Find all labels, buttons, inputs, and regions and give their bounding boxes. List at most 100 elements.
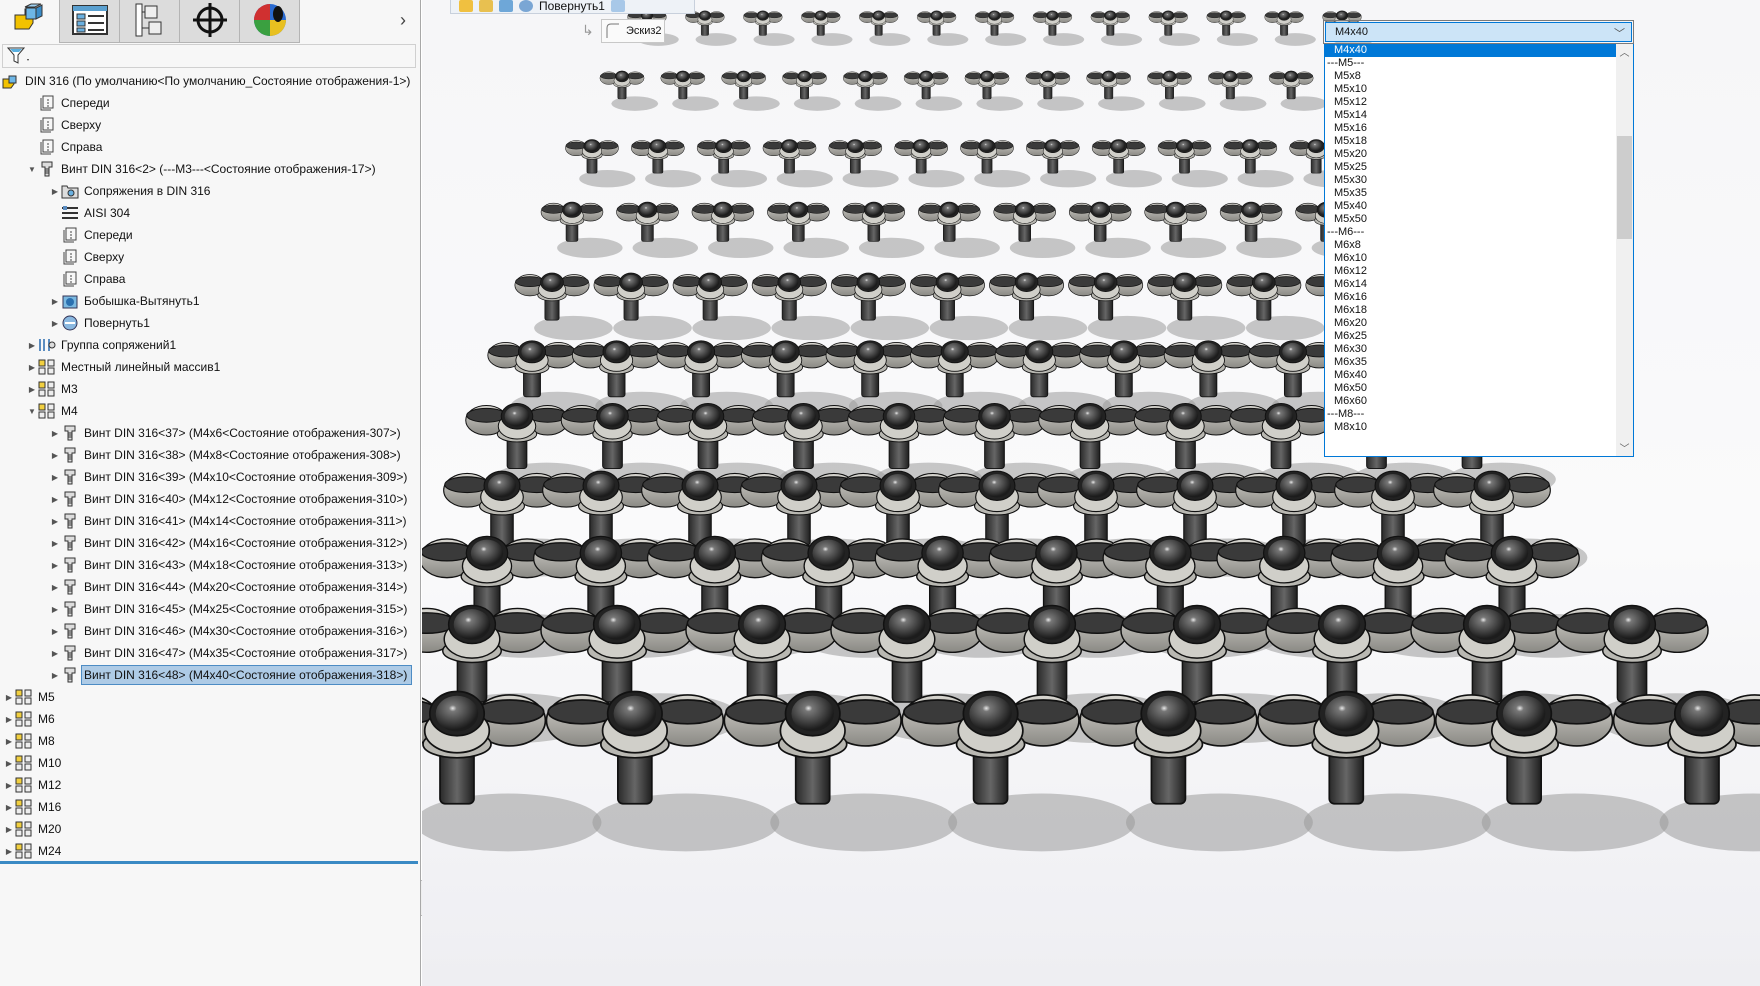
tree-item[interactable]: ▶ Винт DIN 316<43> (M4x18<Состояние отобр…	[0, 554, 420, 576]
configuration-manager-tab[interactable]	[120, 0, 180, 43]
dropdown-option[interactable]: M5x10	[1325, 83, 1616, 96]
wing-screw-model[interactable]	[1147, 70, 1206, 112]
tree-item[interactable]: Сверху	[0, 246, 420, 268]
dropdown-option[interactable]: ---M5---	[1325, 57, 1616, 70]
tree-item[interactable]: ▶ Винт DIN 316<39> (M4x10<Состояние отобр…	[0, 466, 420, 488]
dropdown-option[interactable]: M6x12	[1325, 265, 1616, 278]
body-crumb-icon[interactable]	[499, 0, 513, 12]
sketch-breadcrumb-item[interactable]: Эскиз2	[601, 19, 665, 43]
tree-item[interactable]: ▶ Сопряжения в DIN 316	[0, 180, 420, 202]
wing-screw-model[interactable]	[631, 139, 702, 188]
wing-screw-model[interactable]	[1148, 10, 1201, 47]
tree-item[interactable]: ▶ Винт DIN 316<42> (M4x16<Состояние отобр…	[0, 532, 420, 554]
tree-item[interactable]: ▶ Винт DIN 316<41> (M4x14<Состояние отобр…	[0, 510, 420, 532]
wing-screw-model[interactable]	[660, 70, 720, 112]
dropdown-option[interactable]: M6x30	[1325, 343, 1616, 356]
wing-screw-model[interactable]	[685, 10, 737, 47]
tree-item[interactable]: ▶ Винт DIN 316<47> (M4x35<Состояние отобр…	[0, 642, 420, 664]
collapsed-caret-icon[interactable]: ▶	[49, 451, 61, 460]
tree-item[interactable]: ▶ Местный линейный массив1	[0, 356, 420, 378]
dropdown-option[interactable]: M5x20	[1325, 148, 1616, 161]
tree-item[interactable]: ▶ Группа сопряжений1	[0, 334, 420, 356]
tree-item[interactable]: ▶ M8	[0, 730, 420, 752]
dropdown-option[interactable]: M5x25	[1325, 161, 1616, 174]
tree-item[interactable]: Сверху	[0, 114, 420, 136]
wing-screw-model[interactable]	[691, 201, 774, 259]
wing-screw-model[interactable]	[743, 10, 795, 47]
tree-filter[interactable]	[2, 44, 416, 68]
expanded-caret-icon[interactable]: ▼	[26, 407, 38, 416]
collapsed-caret-icon[interactable]: ▶	[49, 539, 61, 548]
wing-screw-model[interactable]	[762, 139, 834, 188]
dropdown-option[interactable]: M6x50	[1325, 382, 1616, 395]
wing-screw-model[interactable]	[767, 201, 850, 259]
wing-screw-model[interactable]	[1223, 139, 1294, 188]
dropdown-option[interactable]: M6x14	[1325, 278, 1616, 291]
wing-screw-model[interactable]	[1086, 70, 1146, 112]
breadcrumb-feature-label[interactable]: Повернуть1	[539, 0, 605, 13]
collapsed-caret-icon[interactable]: ▶	[3, 825, 15, 834]
scroll-down-icon[interactable]: ﹀	[1616, 440, 1633, 456]
dropdown-option[interactable]: ---M8---	[1325, 408, 1616, 421]
revolve-crumb-icon[interactable]	[519, 0, 533, 12]
tree-item[interactable]: ▶ M5	[0, 686, 420, 708]
dropdown-option[interactable]: M8x10	[1325, 421, 1616, 434]
dropdown-option[interactable]: M6x60	[1325, 395, 1616, 408]
tree-item[interactable]: DIN 316 (По умолчанию<По умолчанию_Состо…	[0, 70, 420, 92]
collapsed-caret-icon[interactable]: ▶	[26, 341, 38, 350]
chevron-down-icon[interactable]: ﹀	[1614, 25, 1625, 41]
wing-screw-model[interactable]	[859, 10, 911, 47]
dropdown-option[interactable]: M6x10	[1325, 252, 1616, 265]
wing-screw-model[interactable]	[1206, 10, 1259, 47]
collapsed-caret-icon[interactable]: ▶	[49, 649, 61, 658]
tree-item[interactable]: ▶ Винт DIN 316<37> (M4x6<Состояние отобра…	[0, 422, 420, 444]
dropdown-option[interactable]: M6x25	[1325, 330, 1616, 343]
wing-screw-model[interactable]	[1032, 10, 1085, 47]
wing-screw-model[interactable]	[916, 10, 969, 47]
tree-item[interactable]: Спереди	[0, 92, 420, 114]
sketch-crumb-icon[interactable]	[610, 0, 625, 12]
wing-screw-model[interactable]	[894, 139, 965, 188]
tree-item[interactable]: ▶ Винт DIN 316<46> (M4x30<Состояние отобр…	[0, 620, 420, 642]
wing-screw-model[interactable]	[1268, 70, 1328, 112]
collapsed-caret-icon[interactable]: ▶	[3, 759, 15, 768]
wing-screw-model[interactable]	[843, 70, 902, 112]
tree-item[interactable]: ▶ Винт DIN 316<44> (M4x20<Состояние отобр…	[0, 576, 420, 598]
wing-screw-model[interactable]	[903, 70, 963, 112]
wing-screw-model[interactable]	[696, 139, 768, 188]
tree-item[interactable]: ▶ M24	[0, 840, 420, 862]
scroll-up-icon[interactable]: ︿	[1616, 44, 1633, 60]
wing-screw-model[interactable]	[1219, 201, 1302, 259]
scrollbar-thumb[interactable]	[1617, 136, 1632, 239]
dropdown-option[interactable]: M5x40	[1325, 200, 1616, 213]
collapsed-caret-icon[interactable]: ▶	[26, 385, 38, 394]
wing-screw-model[interactable]	[1144, 201, 1227, 259]
collapsed-caret-icon[interactable]: ▶	[3, 803, 15, 812]
expanded-caret-icon[interactable]: ▼	[26, 165, 38, 174]
collapsed-caret-icon[interactable]: ▶	[49, 583, 61, 592]
tree-item[interactable]: ▶ M3	[0, 378, 420, 400]
collapsed-caret-icon[interactable]: ▶	[49, 627, 61, 636]
tree-item[interactable]: Справа	[0, 136, 420, 158]
tree-item[interactable]: ▶ Бобышка-Вытянуть1	[0, 290, 420, 312]
collapsed-caret-icon[interactable]: ▶	[3, 847, 15, 856]
dropdown-option[interactable]: M6x40	[1325, 369, 1616, 382]
wing-screw-model[interactable]	[540, 201, 623, 259]
wing-screw-model[interactable]	[1068, 201, 1152, 259]
wing-screw-model[interactable]	[1090, 10, 1143, 47]
dropdown-option[interactable]: M4x40	[1325, 44, 1616, 57]
dropdown-option[interactable]: M5x8	[1325, 70, 1616, 83]
dropdown-option[interactable]: M5x14	[1325, 109, 1616, 122]
tree-item[interactable]: ▶ M6	[0, 708, 420, 730]
tree-item[interactable]: ▶ Винт DIN 316<48> (M4x40<Состояние отобр…	[0, 664, 420, 686]
collapsed-caret-icon[interactable]: ▶	[49, 495, 61, 504]
configuration-options-list[interactable]: M4x40 ---M5--- M5x8 M5x10 M5x12 M5x14 M5x16 M5x…	[1324, 44, 1634, 457]
part-crumb-icon[interactable]	[479, 0, 493, 12]
more-tabs-chevron-icon[interactable]: ›	[400, 10, 406, 31]
assembly-crumb-icon[interactable]	[459, 0, 473, 12]
wing-screw-model[interactable]	[918, 201, 1001, 259]
dropdown-option[interactable]: ---M6---	[1325, 226, 1616, 239]
collapsed-caret-icon[interactable]: ▶	[49, 297, 61, 306]
tree-item[interactable]: ▶ M10	[0, 752, 420, 774]
wing-screw-model[interactable]	[993, 201, 1076, 259]
